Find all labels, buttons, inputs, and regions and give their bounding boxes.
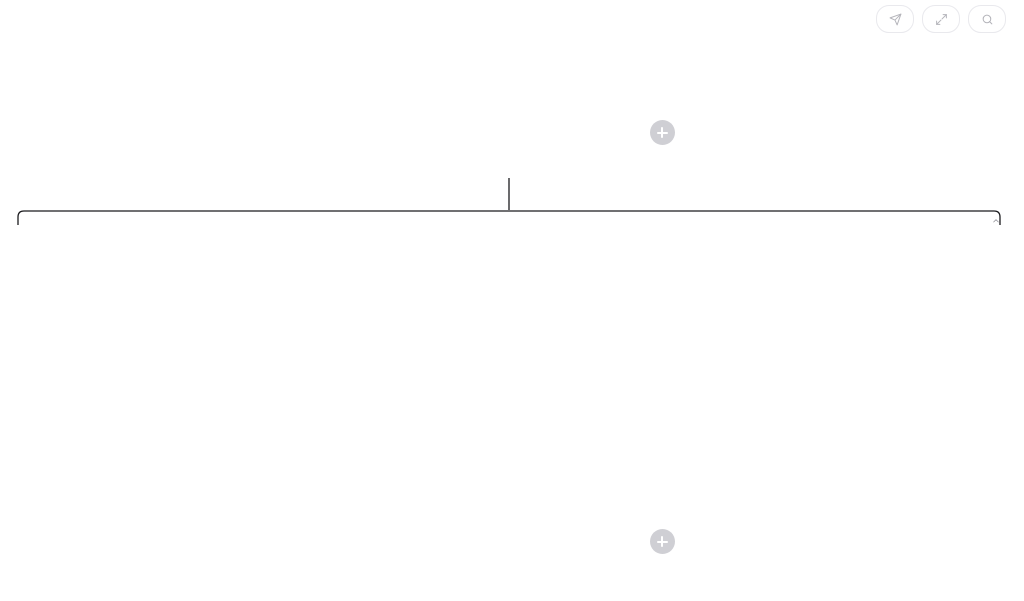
page-header: [0, 0, 1024, 44]
chevron-up-icon: [992, 216, 1000, 228]
plus-icon: [649, 529, 675, 554]
expand-button[interactable]: [922, 5, 960, 33]
add-people-root[interactable]: [622, 120, 702, 151]
expand-icon: [935, 13, 948, 26]
collapse-button[interactable]: [988, 216, 1000, 228]
send-icon: [889, 13, 902, 26]
add-people-bo-liu[interactable]: [622, 529, 702, 560]
org-chart-canvas[interactable]: [0, 44, 1024, 601]
plus-icon: [649, 120, 675, 145]
share-button[interactable]: [876, 5, 914, 33]
search-icon: [981, 13, 994, 26]
header-actions: [876, 5, 1006, 33]
connector-bracket: [17, 178, 1001, 225]
search-button[interactable]: [968, 5, 1006, 33]
